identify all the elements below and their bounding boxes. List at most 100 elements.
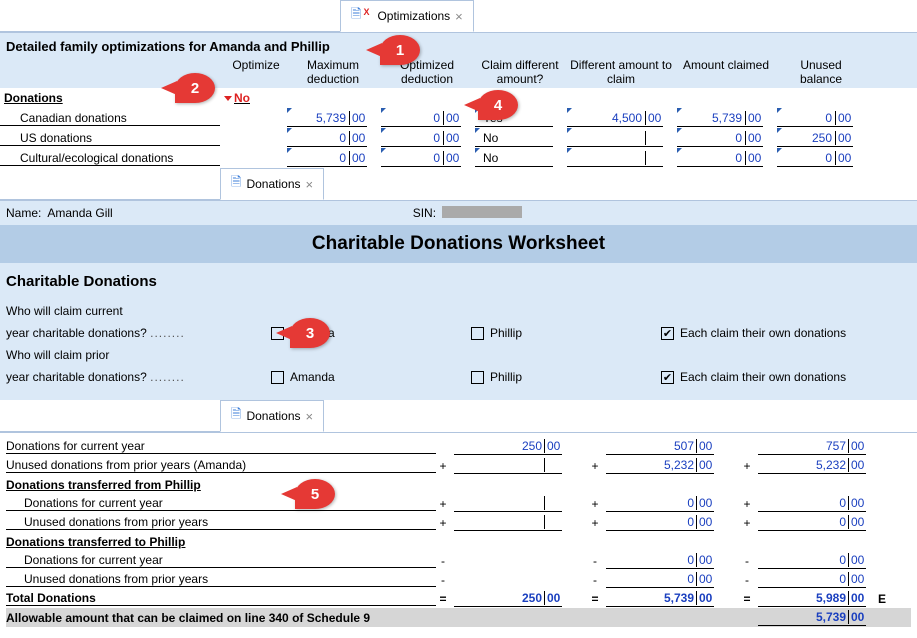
row-label: Cultural/ecological donations bbox=[0, 151, 220, 166]
checkbox-icon bbox=[271, 371, 284, 384]
ws-row-tt-prior: Unused donations from prior years - - 00… bbox=[6, 570, 911, 589]
row-cultural-donations: Cultural/ecological donations 000 000 No… bbox=[0, 148, 917, 168]
amount-cell[interactable] bbox=[454, 571, 562, 588]
amount-cell[interactable]: 000 bbox=[606, 495, 714, 512]
amount-cell[interactable]: 75700 bbox=[758, 438, 866, 455]
max-deduction-cell[interactable]: 000 bbox=[287, 149, 367, 167]
optimize-value: No bbox=[234, 91, 250, 105]
checkbox-phillip-prior[interactable]: Phillip bbox=[471, 370, 621, 384]
col-unused-balance: Unused balance bbox=[776, 58, 866, 86]
amount-cell[interactable]: 000 bbox=[758, 495, 866, 512]
name-label: Name: bbox=[6, 206, 41, 220]
col-optimize: Optimize bbox=[226, 58, 286, 86]
amount-claimed-cell[interactable]: 000 bbox=[677, 129, 763, 147]
different-amount-cell[interactable] bbox=[567, 149, 663, 167]
amount-cell[interactable]: . bbox=[454, 514, 562, 531]
amount-cell[interactable]: . bbox=[454, 495, 562, 512]
columns-header: Optimize Maximum deduction Optimized ded… bbox=[6, 58, 911, 86]
max-deduction-cell[interactable]: 5,73900 bbox=[287, 109, 367, 127]
question-prior-year-line1: Who will claim prior bbox=[6, 344, 911, 366]
amount-cell[interactable]: 25000 bbox=[454, 590, 562, 607]
tab-donations[interactable]: 🗎 Donations × bbox=[220, 168, 324, 200]
charitable-donations-heading: Charitable Donations bbox=[0, 263, 917, 296]
document-icon: 🗎 bbox=[231, 173, 241, 195]
amount-cell[interactable]: 000 bbox=[758, 514, 866, 531]
different-amount-cell[interactable] bbox=[567, 129, 663, 147]
amount-cell[interactable]: 25000 bbox=[454, 438, 562, 455]
tab-optimizations[interactable]: 🗎 X Optimizations × bbox=[340, 0, 474, 32]
tab-bar-donations-2: 🗎 Donations × bbox=[0, 400, 917, 433]
tab-marker-icon: X bbox=[363, 7, 369, 17]
question-current-year-line2: year charitable donations? ........ Aman… bbox=[6, 322, 911, 344]
chevron-down-icon bbox=[224, 96, 232, 101]
optimized-deduction-cell[interactable]: 000 bbox=[381, 129, 461, 147]
optimized-deduction-cell[interactable]: 000 bbox=[381, 149, 461, 167]
document-icon: 🗎 bbox=[231, 405, 241, 427]
tab-label: Donations bbox=[246, 177, 300, 191]
callout-5: 5 bbox=[295, 479, 335, 509]
close-icon[interactable]: × bbox=[455, 9, 463, 24]
amount-cell[interactable]: 50700 bbox=[606, 438, 714, 455]
tab-spacer bbox=[0, 0, 340, 32]
amount-cell[interactable]: . bbox=[454, 457, 562, 474]
ws-row-current-year: Donations for current year 25000 50700 7… bbox=[6, 437, 911, 456]
sin-masked-value bbox=[442, 206, 522, 218]
checkbox-each-own[interactable]: Each claim their own donations bbox=[661, 326, 871, 340]
tab-label: Optimizations bbox=[377, 9, 450, 23]
worksheet-title: Charitable Donations Worksheet bbox=[0, 225, 917, 263]
checkbox-checked-icon bbox=[661, 371, 674, 384]
amount-cell[interactable]: 000 bbox=[758, 552, 866, 569]
taxpayer-info-bar: Name: Amanda Gill SIN: bbox=[0, 201, 917, 225]
checkbox-amanda-prior[interactable]: Amanda bbox=[271, 370, 431, 384]
sin-label: SIN: bbox=[413, 206, 436, 220]
questions-area: Who will claim current year charitable d… bbox=[0, 296, 917, 400]
optimized-deduction-cell[interactable]: 000 bbox=[381, 109, 461, 127]
unused-balance-cell[interactable]: 000 bbox=[777, 109, 853, 127]
claim-different-cell[interactable]: No bbox=[475, 149, 553, 167]
amount-cell[interactable]: 000 bbox=[606, 552, 714, 569]
tab-donations-2[interactable]: 🗎 Donations × bbox=[220, 400, 324, 432]
amount-cell[interactable]: 000 bbox=[758, 571, 866, 588]
document-icon: 🗎 bbox=[351, 5, 361, 27]
checkbox-each-own-prior[interactable]: Each claim their own donations bbox=[661, 370, 871, 384]
ws-row-tf-current: Donations for current year + . + 000 + 0… bbox=[6, 494, 911, 513]
page-title: Detailed family optimizations for Amanda… bbox=[6, 39, 911, 54]
amount-cell[interactable]: 5,73900 bbox=[606, 590, 714, 607]
callout-4: 4 bbox=[478, 90, 518, 120]
question-current-year-line1: Who will claim current bbox=[6, 300, 911, 322]
amount-cell[interactable]: 5,98900 bbox=[758, 590, 866, 607]
ws-row-tf-prior: Unused donations from prior years + . + … bbox=[6, 513, 911, 532]
max-deduction-cell[interactable]: 000 bbox=[287, 129, 367, 147]
optimize-cell[interactable]: No bbox=[220, 91, 280, 105]
amount-cell[interactable]: 5,23200 bbox=[606, 457, 714, 474]
checkbox-checked-icon bbox=[661, 327, 674, 340]
callout-2: 2 bbox=[175, 73, 215, 103]
amount-cell[interactable]: 5,23200 bbox=[758, 457, 866, 474]
close-icon[interactable]: × bbox=[306, 177, 314, 192]
close-icon[interactable]: × bbox=[306, 409, 314, 424]
unused-balance-cell[interactable]: 000 bbox=[777, 149, 853, 167]
checkbox-phillip[interactable]: Phillip bbox=[471, 326, 621, 340]
amount-cell[interactable] bbox=[454, 552, 562, 569]
tab-spacer bbox=[0, 168, 220, 200]
callout-1: 1 bbox=[380, 35, 420, 65]
unused-balance-cell[interactable]: 25000 bbox=[777, 129, 853, 147]
claim-different-cell[interactable]: No bbox=[475, 129, 553, 147]
row-canadian-donations: Canadian donations 5,73900 000 Yes 4,500… bbox=[0, 108, 917, 128]
amount-claimed-cell[interactable]: 5,73900 bbox=[677, 109, 763, 127]
amount-cell[interactable]: 000 bbox=[606, 571, 714, 588]
ws-row-allowable: Allowable amount that can be claimed on … bbox=[6, 608, 911, 627]
tab-bar-top: 🗎 X Optimizations × bbox=[0, 0, 917, 33]
suffix-e: E bbox=[870, 592, 886, 606]
amount-cell[interactable]: 5,73900 bbox=[758, 609, 866, 626]
amount-claimed-cell[interactable]: 000 bbox=[677, 149, 763, 167]
optimizations-grid: Donations No Canadian donations 5,73900 … bbox=[0, 88, 917, 168]
name-value: Amanda Gill bbox=[47, 206, 112, 220]
callout-3: 3 bbox=[290, 318, 330, 348]
row-label: Canadian donations bbox=[0, 111, 220, 126]
col-claim-different: Claim different amount? bbox=[474, 58, 566, 86]
different-amount-cell[interactable]: 4,50000 bbox=[567, 109, 663, 127]
amount-cell[interactable]: 000 bbox=[606, 514, 714, 531]
donations-worksheet-table: Donations for current year 25000 50700 7… bbox=[0, 433, 917, 635]
tab-label: Donations bbox=[246, 409, 300, 423]
